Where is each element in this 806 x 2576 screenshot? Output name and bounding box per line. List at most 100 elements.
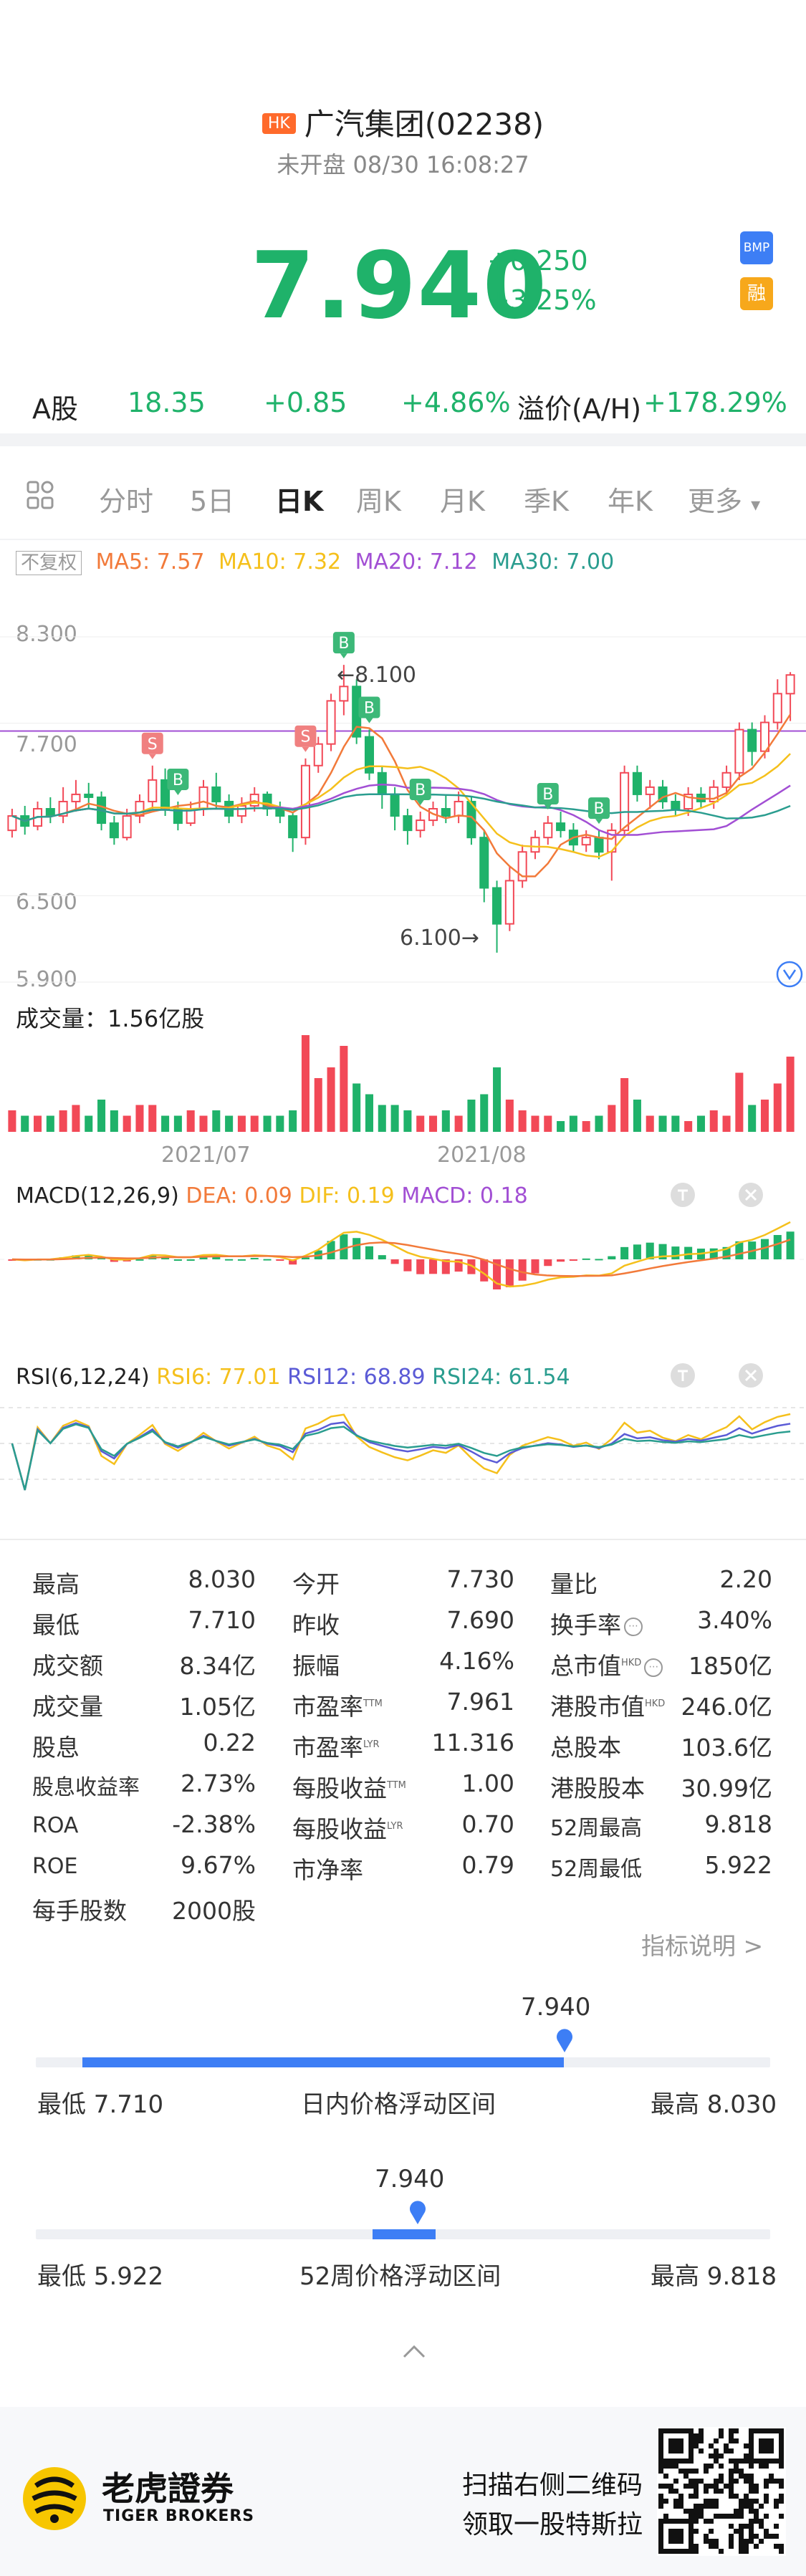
stat-cell: 港股市值HKD 246.0亿 (550, 1688, 772, 1728)
tab-5day[interactable]: 5日 (190, 479, 234, 519)
qr-module (709, 2529, 714, 2534)
stat-label: 总股本 (550, 1729, 621, 1763)
qr-module (714, 2514, 719, 2519)
indicator-note-link[interactable]: 指标说明 > (641, 1927, 763, 1961)
tab-yearly-k[interactable]: 年K (608, 479, 653, 519)
qr-module (663, 2514, 668, 2519)
volume-chart[interactable] (0, 1032, 806, 1135)
restore-icon[interactable] (775, 960, 804, 991)
qr-module (678, 2494, 683, 2499)
qr-module (744, 2504, 749, 2509)
rsi-label: RSI(6,12,24) (16, 1365, 150, 1390)
qr-module (729, 2534, 734, 2539)
qr-module (714, 2539, 719, 2544)
volume-bar (786, 1057, 795, 1132)
macd-bar (480, 1259, 489, 1282)
tab-weekly-k[interactable]: 周K (356, 479, 401, 519)
qr-module (734, 2469, 739, 2474)
candle-body (747, 729, 757, 752)
rsi-chart[interactable] (0, 1393, 806, 1494)
qr-module (658, 2494, 663, 2499)
macd-chart[interactable] (0, 1211, 806, 1311)
tab-daily-k[interactable]: 日K (275, 479, 323, 519)
margin-badge[interactable]: 融 (740, 277, 773, 310)
stat-value: 2000股 (172, 1897, 256, 1925)
qr-module (714, 2544, 719, 2549)
layout-icon[interactable] (25, 479, 57, 517)
qr-module (704, 2519, 709, 2524)
stat-label: 市盈率LYR (292, 1729, 380, 1763)
qr-module (709, 2499, 714, 2504)
volume-bar (544, 1115, 552, 1132)
a-share-change-pct: +4.86% (401, 387, 511, 418)
collapse-chevron-up-icon[interactable] (401, 2342, 427, 2363)
qr-module (734, 2428, 739, 2433)
rsi-settings-icon[interactable] (668, 1361, 697, 1393)
qr-module (739, 2544, 744, 2549)
volume-bar (671, 1115, 680, 1132)
stat-value: 246.0亿 (681, 1693, 772, 1721)
stock-name: 广汽集团(02238) (304, 107, 544, 142)
macd-close-icon[interactable] (737, 1181, 765, 1212)
volume-bar (582, 1121, 590, 1132)
qr-module (714, 2499, 719, 2504)
qr-module (714, 2489, 719, 2494)
stat-value: 7.710 (188, 1606, 256, 1634)
a-share-price: 18.35 (128, 387, 206, 418)
stat-cell: 市净率 0.79 (292, 1851, 514, 1891)
a-share-row[interactable]: A股 18.35 +0.85 +4.86% 溢价(A/H) +178.29% (0, 380, 806, 430)
macd-settings-icon[interactable] (668, 1181, 697, 1212)
stat-value: 1850亿 (689, 1652, 772, 1680)
tab-monthly-k[interactable]: 月K (440, 479, 485, 519)
stat-cell: 今开 7.730 (292, 1565, 514, 1605)
stat-cell: 昨收 7.690 (292, 1606, 514, 1646)
stat-label: 总市值HKD ⋯ (550, 1647, 663, 1681)
qr-module (719, 2479, 724, 2484)
macd-bar (416, 1259, 425, 1274)
signal-pointer (302, 746, 310, 752)
rsi24-line (11, 1423, 791, 1491)
volume-bar (85, 1115, 93, 1132)
volume-bar (46, 1115, 54, 1132)
tab-quarterly-k[interactable]: 季K (524, 479, 569, 519)
qr-module (749, 2479, 754, 2484)
qr-module (779, 2514, 784, 2519)
tab-intraday[interactable]: 分时 (99, 479, 153, 519)
volume-bar (646, 1115, 654, 1132)
stat-label-text: 股息收益率 (32, 1775, 140, 1800)
stat-label-text: 每手股数 (32, 1897, 127, 1925)
rsi-close-icon[interactable] (737, 1361, 765, 1393)
candle-body (734, 729, 744, 774)
stat-label-text: 昨收 (292, 1611, 340, 1639)
stat-label-text: 换手率 (550, 1611, 621, 1639)
qr-module (663, 2474, 668, 2479)
info-icon[interactable]: ⋯ (644, 1658, 663, 1677)
macd-bar (544, 1259, 552, 1267)
qr-module (764, 2479, 769, 2484)
tab-more[interactable]: 更多 ▾ (688, 479, 760, 519)
stat-value: 5.922 (704, 1851, 772, 1879)
qr-module (673, 2489, 678, 2494)
qr-module (754, 2489, 759, 2494)
qr-module (739, 2459, 744, 2464)
qr-module (764, 2499, 769, 2504)
volume-bar (493, 1067, 502, 1132)
qr-module (709, 2544, 714, 2549)
stat-label-text: 最低 (32, 1611, 80, 1639)
stat-cell: 成交量 1.05亿 (32, 1688, 256, 1728)
qr-code[interactable] (657, 2427, 786, 2556)
qr-module (668, 2464, 673, 2469)
bmp-badge[interactable]: BMP (740, 231, 773, 264)
macd-bar (225, 1259, 234, 1261)
candle-body (122, 815, 132, 839)
signal-pointer (174, 789, 182, 795)
info-icon[interactable]: ⋯ (624, 1617, 643, 1636)
qr-module (714, 2454, 719, 2459)
adjustment-toggle[interactable]: 不复权 (16, 551, 82, 575)
qr-module (749, 2539, 754, 2544)
qr-module (744, 2479, 749, 2484)
candle-body (479, 837, 489, 889)
promo-line-2: 领取一股特斯拉 (462, 2510, 643, 2539)
qr-module (749, 2499, 754, 2504)
stat-value: 8.34亿 (179, 1652, 256, 1680)
